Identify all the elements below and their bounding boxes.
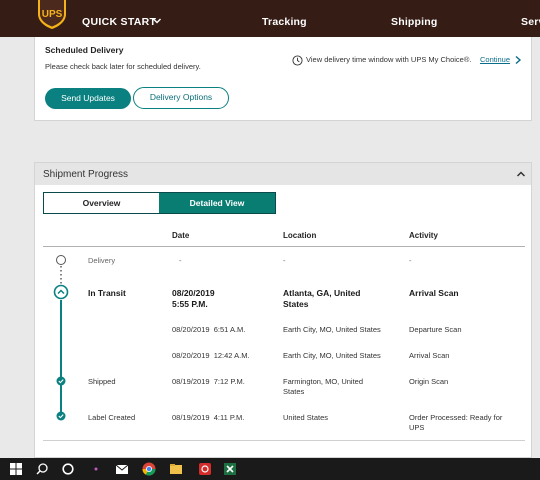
app-red-icon[interactable] bbox=[197, 461, 213, 477]
top-nav: UPS QUICK START Tracking Shipping Serv bbox=[0, 0, 540, 37]
chevron-up-icon[interactable] bbox=[516, 170, 526, 178]
activity-cell: Arrival Scan bbox=[409, 351, 450, 360]
header-divider bbox=[43, 246, 525, 247]
location-cell: United States bbox=[283, 413, 329, 422]
activity-cell: UPS bbox=[409, 423, 425, 432]
shipment-progress-header[interactable]: Shipment Progress bbox=[35, 163, 531, 185]
activity-cell: Origin Scan bbox=[409, 377, 449, 386]
send-updates-button[interactable]: Send Updates bbox=[45, 88, 131, 109]
overview-tab[interactable]: Overview bbox=[44, 193, 159, 213]
scheduled-delivery-card: Scheduled Delivery Please check back lat… bbox=[34, 37, 532, 121]
location-cell: - bbox=[283, 256, 286, 265]
location-cell: Earth City, MO, United States bbox=[283, 325, 381, 334]
detailed-view-tab[interactable]: Detailed View bbox=[159, 193, 275, 213]
status-label: In Transit bbox=[88, 288, 126, 298]
chevron-up-circle-icon bbox=[53, 284, 69, 300]
app-icon[interactable] bbox=[88, 461, 104, 477]
date-cell: 08/20/2019 12:42 A.M. bbox=[172, 351, 250, 360]
date-cell: 08/19/2019 7:12 P.M. bbox=[172, 377, 245, 386]
activity-cell: - bbox=[409, 256, 412, 265]
excel-icon[interactable] bbox=[222, 461, 238, 477]
nav-services[interactable]: Serv bbox=[521, 16, 540, 28]
column-header-activity: Activity bbox=[409, 231, 438, 240]
quick-start-menu[interactable]: QUICK START bbox=[82, 16, 156, 28]
date-cell: 08/20/2019 bbox=[172, 288, 215, 298]
taskbar bbox=[0, 458, 540, 480]
status-label: Delivery bbox=[88, 256, 116, 265]
delivery-options-button[interactable]: Delivery Options bbox=[133, 87, 229, 109]
location-cell: Atlanta, GA, United bbox=[283, 288, 361, 298]
cortana-icon[interactable] bbox=[60, 461, 76, 477]
location-cell: Farmington, MO, United bbox=[283, 377, 364, 386]
windows-start-icon[interactable] bbox=[8, 461, 24, 477]
date-cell: - bbox=[179, 256, 182, 265]
time-cell: 5:55 P.M. bbox=[172, 299, 208, 309]
location-cell: States bbox=[283, 387, 305, 396]
date-cell: 08/20/2019 6:51 A.M. bbox=[172, 325, 246, 334]
activity-cell: Order Processed: Ready for bbox=[409, 413, 503, 422]
check-circle-icon bbox=[56, 376, 66, 386]
continue-link[interactable]: Continue bbox=[480, 55, 510, 64]
shipment-progress-card: Shipment Progress Overview Detailed View… bbox=[34, 162, 532, 458]
scheduled-delivery-text: Please check back later for scheduled de… bbox=[45, 62, 201, 71]
nav-tracking[interactable]: Tracking bbox=[262, 16, 307, 28]
column-header-location: Location bbox=[283, 231, 317, 240]
date-cell: 08/19/2019 4:11 P.M. bbox=[172, 413, 245, 422]
status-label: Shipped bbox=[88, 377, 116, 386]
view-toggle: Overview Detailed View bbox=[43, 192, 276, 214]
progress-timeline bbox=[53, 255, 69, 421]
search-icon[interactable] bbox=[34, 461, 50, 477]
check-circle-icon bbox=[56, 411, 66, 421]
column-header-date: Date bbox=[172, 231, 190, 240]
my-choice-text: View delivery time window with UPS My Ch… bbox=[306, 55, 472, 64]
scheduled-delivery-title: Scheduled Delivery bbox=[45, 45, 124, 55]
activity-cell: Departure Scan bbox=[409, 325, 462, 334]
shipment-progress-title: Shipment Progress bbox=[43, 169, 129, 180]
activity-cell: Arrival Scan bbox=[409, 288, 459, 298]
file-explorer-icon[interactable] bbox=[168, 461, 184, 477]
chrome-icon[interactable] bbox=[141, 461, 157, 477]
status-label: Label Created bbox=[88, 413, 136, 422]
chevron-down-icon[interactable] bbox=[152, 16, 162, 26]
pending-icon bbox=[56, 255, 66, 265]
ups-logo[interactable]: UPS bbox=[34, 0, 70, 30]
table-bottom-divider bbox=[43, 440, 525, 441]
mail-icon[interactable] bbox=[114, 461, 130, 477]
location-cell: Earth City, MO, United States bbox=[283, 351, 381, 360]
location-cell: States bbox=[283, 299, 309, 309]
clock-icon bbox=[292, 55, 303, 66]
chevron-right-icon[interactable] bbox=[514, 55, 522, 65]
svg-text:UPS: UPS bbox=[42, 9, 63, 20]
nav-shipping[interactable]: Shipping bbox=[391, 16, 438, 28]
